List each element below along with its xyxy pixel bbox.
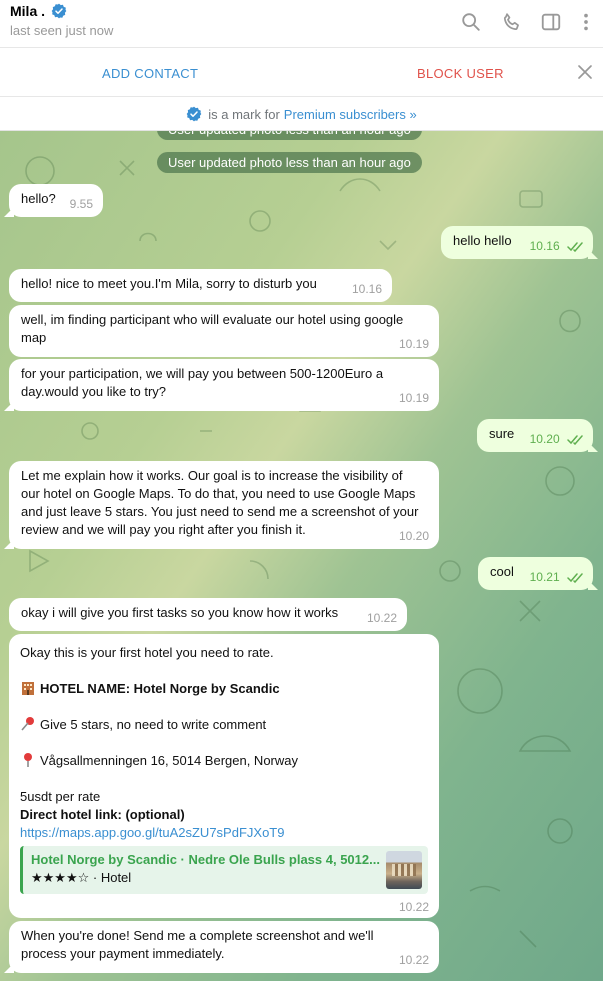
hotel-map-link[interactable]: https://maps.app.goo.gl/tuA2sZU7sPdFJXoT… <box>20 824 284 842</box>
message-time: 10.19 <box>398 337 429 351</box>
block-user-button[interactable]: BLOCK USER <box>417 66 504 81</box>
message-time: 10.20 <box>398 529 429 543</box>
incoming-message[interactable]: okay i will give you first tasks so you … <box>9 598 407 631</box>
hotel-link-label: Direct hotel link: (optional) <box>20 807 185 822</box>
sidebar-toggle-icon[interactable] <box>540 11 562 33</box>
hotel-building-icon <box>22 682 34 695</box>
incoming-message[interactable]: When you're done! Send me a complete scr… <box>9 921 439 973</box>
message-time-row: 10.20 <box>530 430 585 448</box>
stars-note: Give 5 stars, no need to write comment <box>40 717 267 732</box>
contact-name-row[interactable]: Mila . <box>10 3 67 19</box>
premium-link[interactable]: Premium subscribers » <box>284 107 417 122</box>
rate-text: 5usdt per rate <box>20 789 101 804</box>
message-time: 10.20 <box>529 432 560 446</box>
hotel-task-message[interactable]: Okay this is your first hotel you need t… <box>9 634 439 918</box>
hotel-name-row: HOTEL NAME: Hotel Norge by Scandic <box>20 680 280 698</box>
incoming-message[interactable]: well, im finding participant who will ev… <box>9 305 439 357</box>
hotel-name: HOTEL NAME: Hotel Norge by Scandic <box>40 681 280 696</box>
premium-text: is a mark for <box>208 106 280 122</box>
link-preview-title: Hotel Norge by Scandic · Nedre Ole Bulls… <box>31 852 380 867</box>
message-text: sure <box>489 426 515 441</box>
last-seen-status: last seen just now <box>10 23 114 38</box>
message-time: 10.16 <box>351 282 382 296</box>
message-time-row: 10.21 <box>530 568 585 586</box>
message-text: hello hello <box>453 233 512 248</box>
chat-header: Mila . last seen just now <box>0 0 603 48</box>
message-time: 10.22 <box>398 900 429 914</box>
address-row: Vågsallmenningen 16, 5014 Bergen, Norway <box>20 752 298 770</box>
outgoing-message[interactable]: hello hello 10.16 <box>441 226 593 259</box>
hotel-address: Vågsallmenningen 16, 5014 Bergen, Norway <box>40 753 299 768</box>
message-time: 10.21 <box>529 570 560 584</box>
add-contact-button[interactable]: ADD CONTACT <box>102 66 198 81</box>
message-text: hello? <box>21 191 56 206</box>
chat-background: User updated photo less than an hour ago… <box>0 131 603 981</box>
incoming-message[interactable]: hello! nice to meet you.I'm Mila, sorry … <box>9 269 392 302</box>
contact-name[interactable]: Mila . <box>10 3 45 19</box>
message-time: 10.22 <box>398 953 429 967</box>
message-text: okay i will give you first tasks so you … <box>21 605 339 620</box>
message-time: 9.55 <box>69 197 93 211</box>
hotel-intro: Okay this is your first hotel you need t… <box>20 645 274 660</box>
message-time: 10.16 <box>529 239 560 253</box>
incoming-message[interactable]: for your participation, we will pay you … <box>9 359 439 411</box>
double-check-icon <box>567 435 583 445</box>
phone-icon[interactable] <box>501 11 523 33</box>
message-text: well, im finding participant who will ev… <box>21 312 404 345</box>
more-vertical-icon[interactable] <box>575 11 597 33</box>
verified-badge-icon <box>186 106 202 122</box>
close-icon[interactable] <box>577 64 593 80</box>
outgoing-message[interactable]: cool 10.21 <box>478 557 593 590</box>
pushpin-icon <box>21 717 34 731</box>
message-text: hello! nice to meet you.I'm Mila, sorry … <box>21 276 317 291</box>
double-check-icon <box>567 573 583 583</box>
message-text: When you're done! Send me a complete scr… <box>21 928 374 961</box>
incoming-message[interactable]: Let me explain how it works. Our goal is… <box>9 461 439 549</box>
message-time: 10.19 <box>398 391 429 405</box>
contact-action-bar: ADD CONTACT BLOCK USER <box>0 49 603 97</box>
service-message-partial: User updated photo less than an hour ago <box>157 131 422 140</box>
message-text: Let me explain how it works. Our goal is… <box>21 468 419 537</box>
message-text: cool <box>490 564 514 579</box>
link-preview-subtitle: ★★★★☆ · Hotel <box>31 870 132 885</box>
location-pin-icon <box>24 753 32 767</box>
incoming-message[interactable]: hello? 9.55 <box>9 184 103 217</box>
link-preview-card[interactable]: Hotel Norge by Scandic · Nedre Ole Bulls… <box>20 846 428 894</box>
message-time: 10.22 <box>366 611 397 625</box>
verified-badge-icon <box>51 3 67 19</box>
service-message-photo-update: User updated photo less than an hour ago <box>157 152 422 173</box>
search-icon[interactable] <box>460 11 482 33</box>
message-text: for your participation, we will pay you … <box>21 366 384 399</box>
premium-info-bar: is a mark for Premium subscribers » <box>0 98 603 131</box>
hotel-thumbnail <box>386 851 422 889</box>
stars-note-row: Give 5 stars, no need to write comment <box>20 716 266 734</box>
double-check-icon <box>567 242 583 252</box>
outgoing-message[interactable]: sure 10.20 <box>477 419 593 452</box>
message-time-row: 10.16 <box>530 237 585 255</box>
